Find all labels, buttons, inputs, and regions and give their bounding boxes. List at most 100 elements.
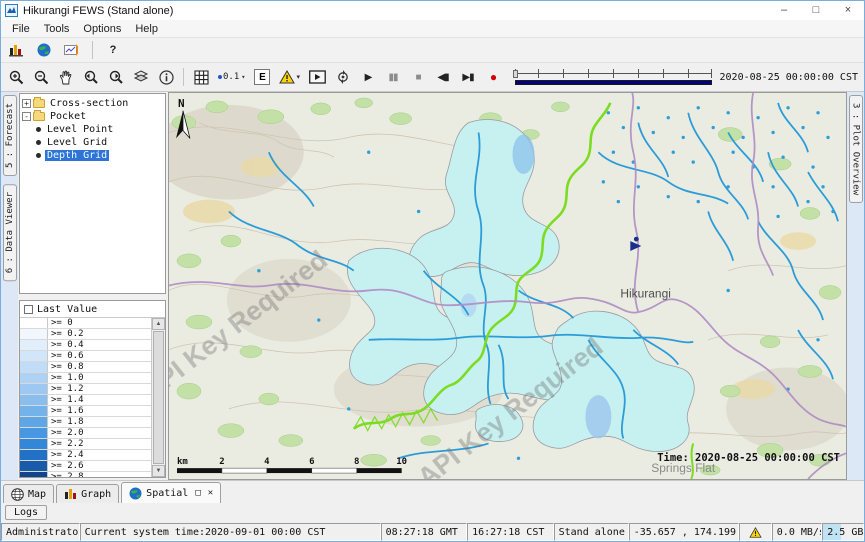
skip-to-end-button[interactable]: ▶▮ — [457, 66, 479, 88]
status-warning-cell[interactable] — [739, 523, 772, 541]
tab-close-button[interactable]: ✕ — [208, 488, 213, 498]
status-memory: 2.5 GB — [822, 523, 864, 541]
tab-map[interactable]: Map — [3, 484, 54, 503]
legend-row[interactable]: >= 1.8 — [20, 417, 151, 428]
legend-row[interactable]: >= 2.8 — [20, 472, 151, 477]
expand-icon[interactable]: + — [22, 99, 31, 108]
scroll-thumb[interactable] — [153, 331, 164, 464]
tree-node-depth-grid[interactable]: Depth Grid — [22, 149, 163, 161]
legend-label: >= 1.6 — [48, 406, 84, 416]
maximize-button[interactable]: □ — [800, 1, 832, 20]
legend-row[interactable]: >= 0.4 — [20, 340, 151, 351]
main-toolbar: ? — [1, 38, 864, 62]
legend-label: >= 1.2 — [48, 384, 84, 394]
menu-file[interactable]: File — [5, 21, 37, 37]
tree-node-pocket[interactable]: - Pocket — [22, 110, 163, 122]
right-tab-strip: 3 : Plot Overview — [847, 92, 864, 480]
legend-toggle-button[interactable]: E — [251, 66, 273, 88]
legend-row[interactable]: >= 0 — [20, 318, 151, 329]
legend-label: >= 2.0 — [48, 428, 84, 438]
map-toolbar: 0.1 ▾ E ▾ — [1, 62, 864, 92]
record-button[interactable]: ● — [482, 66, 504, 88]
tab-graph-label: Graph — [81, 489, 111, 500]
time-tick — [613, 69, 614, 78]
skip-to-start-button[interactable]: ◀▮ — [432, 66, 454, 88]
status-download-rate: 0.0 MB/s — [772, 523, 822, 541]
menu-options[interactable]: Options — [76, 21, 128, 37]
menu-tools[interactable]: Tools — [37, 21, 77, 37]
legend-row[interactable]: >= 1.4 — [20, 395, 151, 406]
legend-swatch — [20, 450, 48, 460]
record-icon: ● — [490, 70, 496, 84]
contour-interval-dropdown[interactable]: 0.1 ▾ — [215, 66, 248, 88]
chevron-down-icon: ▾ — [241, 73, 245, 81]
legend-label: >= 2.2 — [48, 439, 84, 449]
tab-forecast[interactable]: 5 : Forecast — [3, 95, 17, 176]
last-value-checkbox[interactable] — [24, 305, 33, 314]
tab-graph[interactable]: Graph — [56, 484, 119, 503]
time-slider[interactable] — [513, 66, 714, 88]
legend-row[interactable]: >= 0.8 — [20, 362, 151, 373]
timeseries-dialog-button[interactable] — [61, 39, 83, 61]
tab-plot-overview[interactable]: 3 : Plot Overview — [849, 95, 863, 203]
info-icon — [159, 70, 174, 85]
tab-spatial[interactable]: Spatial □ ✕ — [121, 482, 221, 503]
grid-display-button[interactable] — [190, 66, 212, 88]
zoom-next-button[interactable] — [105, 66, 127, 88]
play-icon: ▶ — [365, 72, 372, 83]
scroll-up-icon[interactable]: ▲ — [152, 318, 165, 330]
left-tab-strip: 5 : Forecast 6 : Data Viewer — [1, 92, 18, 480]
collapse-icon[interactable]: - — [22, 112, 31, 121]
help-button[interactable]: ? — [102, 39, 124, 61]
time-tick — [563, 69, 564, 78]
movie-export-button[interactable] — [306, 66, 329, 88]
zoom-in-icon — [9, 70, 24, 85]
legend-swatch — [20, 384, 48, 394]
tab-data-viewer[interactable]: 6 : Data Viewer — [3, 184, 17, 281]
time-slider-thumb[interactable] — [513, 70, 518, 78]
play-button[interactable]: ▶ — [357, 66, 379, 88]
scroll-down-icon[interactable]: ▼ — [152, 465, 165, 477]
layers-button[interactable] — [130, 66, 152, 88]
map-view[interactable]: API Key Required API Key Required N Hiku… — [168, 92, 847, 480]
legend-swatch — [20, 351, 48, 361]
tab-float-button[interactable]: □ — [195, 488, 200, 498]
legend-row[interactable]: >= 2.6 — [20, 461, 151, 472]
legend-row[interactable]: >= 1.0 — [20, 373, 151, 384]
tree-node-level-grid[interactable]: Level Grid — [22, 136, 163, 148]
stop-icon: ■ — [415, 72, 420, 83]
svg-text:4: 4 — [264, 457, 269, 467]
thresholds-dropdown[interactable]: ▾ — [276, 66, 303, 88]
legend-label: >= 0.6 — [48, 351, 84, 361]
legend-row[interactable]: >= 2.2 — [20, 439, 151, 450]
zoom-in-button[interactable] — [5, 66, 27, 88]
legend-scrollbar[interactable]: ▲ ▼ — [152, 318, 165, 477]
topology-tree: + Cross-section - Pocket Level Point Lev… — [19, 93, 166, 294]
toolbar-separator — [183, 68, 184, 86]
title-bar: Hikurangi FEWS (Stand alone) – □ × — [1, 1, 864, 20]
zoom-out-button[interactable] — [30, 66, 52, 88]
pan-button[interactable] — [55, 66, 77, 88]
info-button[interactable] — [155, 66, 177, 88]
spatial-display-button[interactable] — [33, 39, 55, 61]
legend-row[interactable]: >= 2.0 — [20, 428, 151, 439]
tree-node-cross-section[interactable]: + Cross-section — [22, 97, 163, 109]
legend-row[interactable]: >= 0.2 — [20, 329, 151, 340]
minimize-button[interactable]: – — [768, 1, 800, 20]
zoom-previous-button[interactable] — [80, 66, 102, 88]
legend-row[interactable]: >= 1.2 — [20, 384, 151, 395]
last-value-option[interactable]: Last Value — [20, 301, 165, 318]
menu-help[interactable]: Help — [128, 21, 165, 37]
database-display-button[interactable] — [5, 39, 27, 61]
legend-row[interactable]: >= 1.6 — [20, 406, 151, 417]
stop-button[interactable]: ■ — [407, 66, 429, 88]
pause-button[interactable]: ▮▮ — [382, 66, 404, 88]
chevron-down-icon: ▾ — [296, 73, 300, 81]
legend-row[interactable]: >= 0.6 — [20, 351, 151, 362]
legend-label: >= 2.8 — [48, 472, 84, 477]
loop-playback-button[interactable] — [332, 66, 354, 88]
legend-row[interactable]: >= 2.4 — [20, 450, 151, 461]
tree-node-level-point[interactable]: Level Point — [22, 123, 163, 135]
logs-button[interactable]: Logs — [5, 505, 47, 520]
close-button[interactable]: × — [832, 1, 864, 20]
